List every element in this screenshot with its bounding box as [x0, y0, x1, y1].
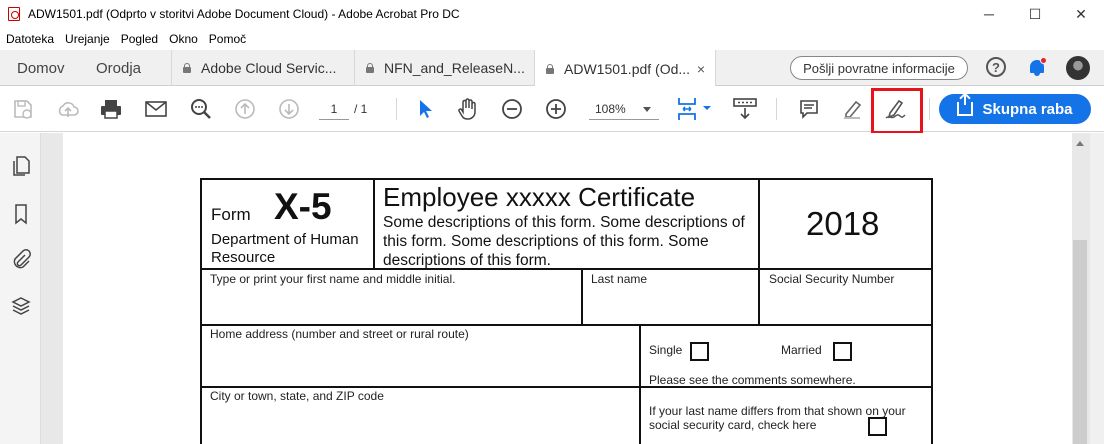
menu-window[interactable]: Okno [169, 32, 198, 46]
tab-label: Adobe Cloud Servic... [201, 60, 337, 76]
notification-bell-icon[interactable] [1028, 57, 1047, 78]
mail-icon[interactable] [143, 96, 169, 122]
highlight-annotation-box [871, 88, 923, 134]
menu-help[interactable]: Pomoč [209, 32, 246, 46]
page-number-input[interactable]: 1 [319, 98, 349, 120]
toolbar-divider [929, 98, 930, 120]
lock-icon [545, 63, 555, 74]
first-name-label: Type or print your first name and middle… [210, 272, 456, 286]
avatar[interactable] [1066, 56, 1090, 80]
page-thumbnails-icon[interactable] [10, 155, 32, 177]
highlight-pen-icon[interactable] [840, 96, 866, 122]
share-button[interactable]: Skupna raba [939, 94, 1091, 124]
city-label: City or town, state, and ZIP code [210, 389, 384, 403]
tab-label: ADW1501.pdf (Od... [564, 60, 691, 77]
zoom-in-icon[interactable] [543, 96, 569, 122]
maximize-button[interactable]: ☐ [1012, 0, 1058, 28]
close-tab-icon[interactable]: × [697, 61, 705, 77]
previous-page-icon[interactable] [232, 96, 258, 122]
hand-tool-icon[interactable] [455, 96, 481, 122]
save-icon[interactable] [10, 96, 36, 122]
tab-bar: Domov Orodja Adobe Cloud Servic... NFN_a… [0, 50, 1104, 87]
lock-icon [182, 63, 192, 73]
next-page-icon[interactable] [276, 96, 302, 122]
toolbar-divider [396, 98, 397, 120]
share-icon [957, 95, 974, 116]
menu-bar: Datoteka Urejanje Pogled Okno Pomoč [0, 28, 1104, 50]
form-year: 2018 [806, 205, 880, 242]
select-cursor-icon[interactable] [412, 96, 438, 122]
scroll-up-arrow[interactable] [1076, 141, 1084, 146]
menu-edit[interactable]: Urejanje [65, 32, 110, 46]
comments-note: Please see the comments somewhere. [649, 373, 856, 387]
close-button[interactable]: ✕ [1058, 0, 1104, 28]
feedback-button[interactable]: Pošlji povratne informacije [790, 56, 968, 80]
title-bar: ADW1501.pdf (Odprto v storitvi Adobe Doc… [0, 0, 1104, 28]
ssn-label: Social Security Number [769, 272, 895, 286]
cloud-upload-icon[interactable] [55, 96, 81, 122]
married-checkbox[interactable] [833, 342, 852, 361]
employee-certificate-form: Form X-5 Department of Human Resource Em… [200, 178, 933, 444]
scroll-mode-icon[interactable] [731, 96, 759, 122]
lock-icon [365, 63, 375, 73]
notification-badge [1040, 57, 1047, 64]
zoom-value: 108% [595, 102, 626, 116]
last-name-label: Last name [591, 272, 648, 286]
form-number: X-5 [274, 186, 332, 227]
tab-label: NFN_and_ReleaseN... [384, 60, 525, 76]
attachment-icon[interactable] [10, 248, 32, 270]
minimize-button[interactable]: ─ [966, 0, 1012, 28]
form-title: Employee xxxxx Certificate [383, 182, 696, 212]
home-address-label: Home address (number and street or rural… [210, 327, 469, 341]
fit-page-icon[interactable] [674, 96, 714, 122]
scrollbar-thumb[interactable] [1073, 240, 1087, 444]
share-label: Skupna raba [982, 100, 1073, 118]
bookmark-icon[interactable] [10, 203, 32, 225]
search-icon[interactable] [188, 96, 214, 122]
scrollbar-track[interactable] [1090, 133, 1104, 444]
tab-home[interactable]: Domov [17, 50, 65, 86]
married-label: Married [781, 343, 822, 357]
comment-icon[interactable] [796, 96, 822, 122]
tab-document-1[interactable]: Adobe Cloud Servic... [171, 50, 354, 86]
single-checkbox[interactable] [690, 342, 709, 361]
print-icon[interactable] [98, 96, 124, 122]
menu-view[interactable]: Pogled [121, 32, 158, 46]
toolbar-divider [776, 98, 777, 120]
tab-document-active[interactable]: ADW1501.pdf (Od... × [534, 50, 716, 87]
acrobat-icon [8, 7, 20, 21]
form-description: Some descriptions of this form. Some des… [383, 214, 745, 269]
window-title: ADW1501.pdf (Odprto v storitvi Adobe Doc… [28, 7, 460, 21]
left-nav-panel [0, 133, 41, 444]
tab-tools[interactable]: Orodja [96, 50, 141, 86]
single-label: Single [649, 343, 683, 357]
form-word: Form [211, 205, 251, 224]
menu-file[interactable]: Datoteka [6, 32, 54, 46]
zoom-dropdown[interactable]: 108% [589, 98, 659, 120]
name-differs-checkbox[interactable] [868, 417, 887, 436]
chevron-down-icon [643, 107, 651, 112]
layers-icon[interactable] [10, 295, 32, 317]
tab-document-2[interactable]: NFN_and_ReleaseN... [354, 50, 534, 86]
help-icon[interactable]: ? [986, 57, 1006, 77]
department-name: Department of Human Resource [211, 231, 359, 266]
zoom-out-icon[interactable] [499, 96, 525, 122]
page-total: / 1 [354, 102, 368, 116]
